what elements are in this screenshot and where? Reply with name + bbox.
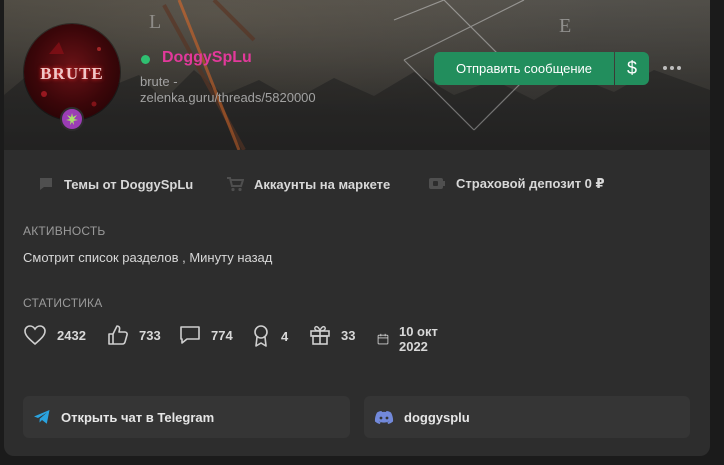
registered-date: 10 окт 2022: [398, 324, 438, 354]
telegram-icon: [34, 410, 50, 424]
avatar[interactable]: BRUTE: [24, 24, 120, 120]
message-icon: [180, 326, 200, 344]
trophies-stat[interactable]: 4: [251, 324, 288, 348]
messages-stat[interactable]: 774: [179, 324, 233, 346]
likes-count: 2432: [57, 327, 86, 343]
more-options-button[interactable]: [660, 58, 684, 78]
trophies-count: 4: [281, 328, 289, 344]
user-title: brute - zelenka.guru/threads/5820000: [140, 74, 316, 105]
discord-button[interactable]: doggysplu: [364, 396, 690, 438]
telegram-label: Открыть чат в Telegram: [61, 409, 215, 425]
heart-icon: [24, 325, 46, 346]
discord-icon: [374, 410, 394, 424]
more-horizontal-icon: [663, 66, 681, 70]
profile-links: Темы от DoggySpLu Аккаунты на маркете Ст…: [4, 176, 710, 198]
threads-link[interactable]: Темы от DoggySpLu: [38, 176, 193, 192]
profile-card: L E BRUTE DoggySpLu brute - zelenka.guru…: [4, 0, 710, 456]
online-status-icon: [141, 55, 150, 64]
deposit-link[interactable]: Страховой депозит 0 ₽: [428, 176, 605, 192]
telegram-button[interactable]: Открыть чат в Telegram: [23, 396, 350, 438]
threads-link-label: Темы от DoggySpLu: [64, 176, 194, 192]
thumbs-count: 733: [139, 327, 161, 343]
deposit-icon: [429, 178, 445, 189]
statistics-label: СТАТИСТИКА: [23, 296, 103, 310]
send-money-button[interactable]: $: [615, 52, 649, 85]
registered-stat: 10 окт 2022: [377, 324, 438, 354]
dollar-icon: $: [626, 58, 637, 78]
activity-text: Смотрит список разделов , Минуту назад: [23, 250, 273, 265]
activity-label: АКТИВНОСТЬ: [23, 224, 106, 238]
deposit-link-label: Страховой депозит 0 ₽: [456, 176, 605, 191]
gifts-stat[interactable]: 33: [309, 324, 355, 346]
market-link-label: Аккаунты на маркете: [254, 176, 391, 192]
discord-label: doggysplu: [404, 409, 470, 425]
market-link[interactable]: Аккаунты на маркете: [226, 176, 390, 192]
gifts-count: 33: [341, 327, 356, 343]
cart-icon: [227, 177, 244, 192]
thumbs-stat[interactable]: 733: [107, 324, 161, 346]
likes-stat[interactable]: 2432: [23, 324, 86, 346]
comment-icon: [40, 178, 52, 190]
username[interactable]: DoggySpLu: [162, 49, 252, 67]
calendar-icon: [377, 333, 389, 345]
user-group-badge: [60, 107, 84, 131]
gift-icon: [310, 325, 330, 345]
messages-count: 774: [211, 327, 233, 343]
send-message-button[interactable]: Отправить сообщение: [434, 52, 614, 85]
avatar-text: BRUTE: [40, 64, 104, 83]
award-icon: [254, 325, 268, 347]
thumbs-up-icon: [108, 325, 128, 345]
leaf-icon: [66, 113, 78, 125]
